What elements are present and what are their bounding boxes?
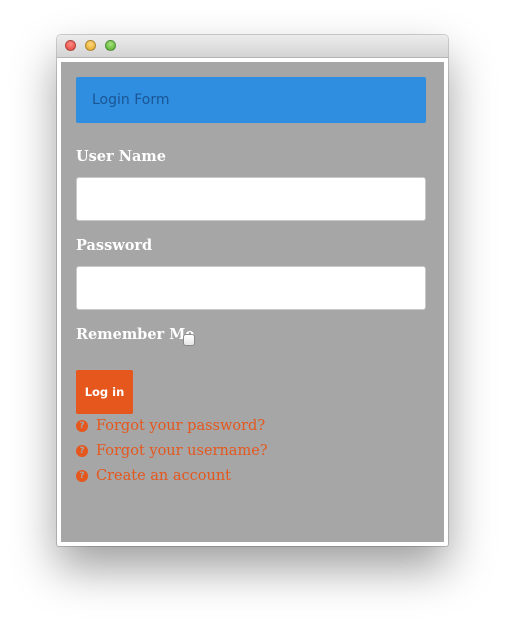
remember-me-checkbox[interactable] [183, 334, 195, 346]
question-icon: ? [76, 420, 88, 432]
link-label[interactable]: Forgot your password? [96, 418, 265, 434]
question-icon: ? [76, 445, 88, 457]
form-title: Login Form [92, 92, 170, 108]
username-label: User Name [76, 148, 166, 165]
question-icon: ? [76, 470, 88, 482]
login-button[interactable]: Log in [76, 370, 133, 414]
forgot-username-link[interactable]: ? Forgot your username? [76, 441, 268, 461]
password-label: Password [76, 237, 153, 254]
remember-me-label: Remember Me [76, 326, 195, 343]
minimize-icon[interactable] [85, 40, 96, 51]
forgot-password-link[interactable]: ? Forgot your password? [76, 416, 265, 436]
link-label[interactable]: Create an account [96, 468, 231, 484]
close-icon[interactable] [65, 40, 76, 51]
username-field[interactable] [76, 177, 426, 221]
browser-window: Login Form User Name Password Remember M… [57, 35, 448, 546]
create-account-link[interactable]: ? Create an account [76, 466, 231, 486]
login-panel: Login Form User Name Password Remember M… [61, 62, 444, 542]
password-field[interactable] [76, 266, 426, 310]
form-header: Login Form [76, 77, 426, 123]
link-label[interactable]: Forgot your username? [96, 443, 268, 459]
maximize-icon[interactable] [105, 40, 116, 51]
title-bar [57, 35, 448, 58]
